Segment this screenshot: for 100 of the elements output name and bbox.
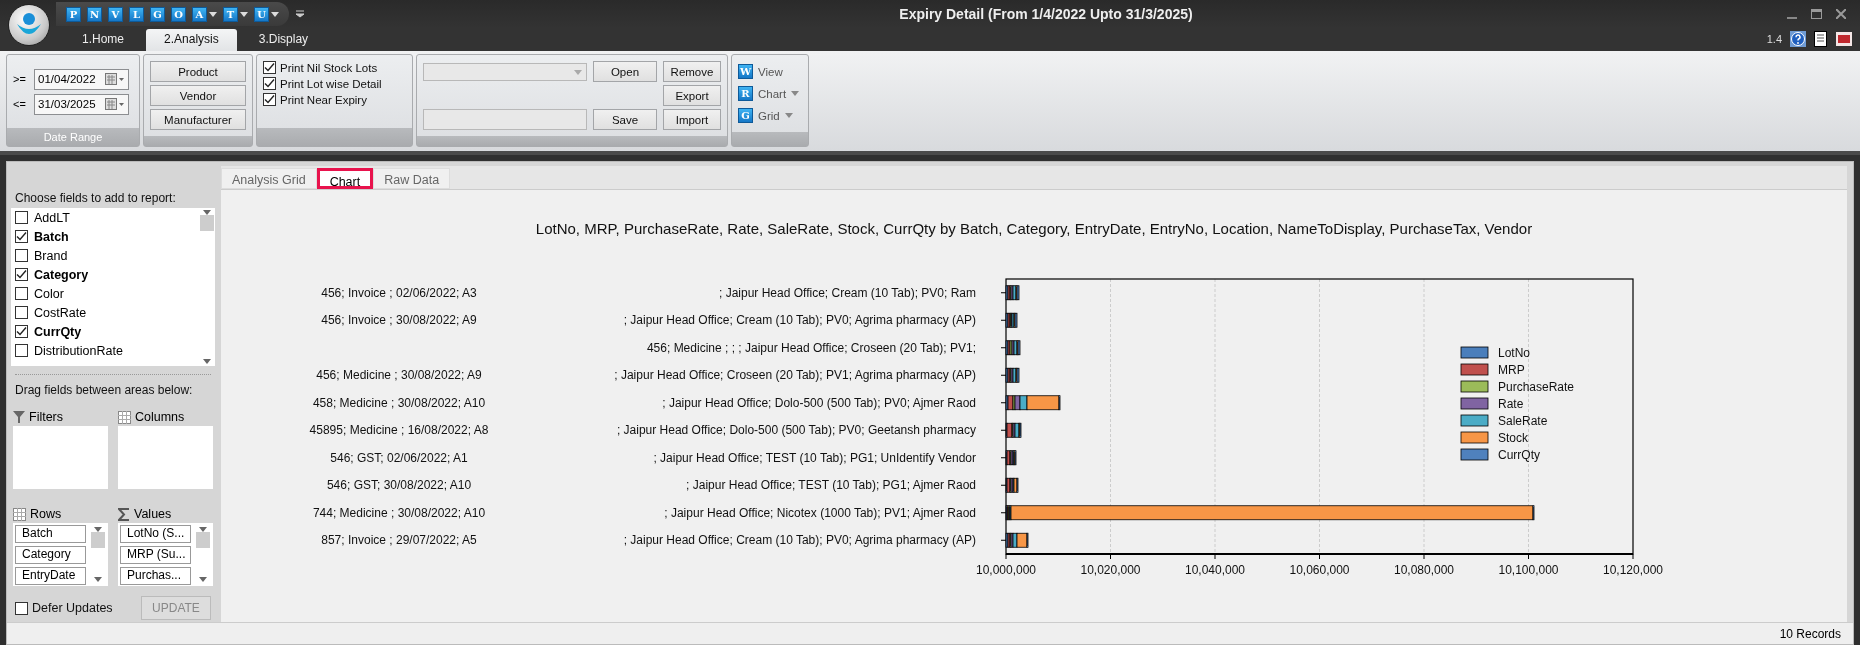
axis-tick-label: 10,120,000: [1602, 563, 1664, 577]
view-tab[interactable]: Chart: [316, 168, 374, 189]
field-name[interactable]: Brand: [34, 248, 68, 263]
field-list-heading: Choose fields to add to report:: [14, 190, 177, 207]
filter-button[interactable]: Vendor: [150, 85, 246, 106]
checkbox[interactable]: [15, 325, 28, 338]
ribbon-tab[interactable]: 2.Analysis: [146, 29, 237, 51]
help-icon[interactable]: [1790, 31, 1806, 48]
checkbox[interactable]: [263, 61, 276, 74]
caret-icon[interactable]: [203, 359, 211, 364]
calendar-icon[interactable]: [105, 73, 125, 85]
field-name[interactable]: DistributionRate: [34, 343, 123, 358]
view-menu-item[interactable]: W View: [738, 61, 800, 82]
caret-icon[interactable]: [271, 11, 279, 17]
field-name[interactable]: AddLT: [34, 210, 70, 225]
axis-group-label: 456; Invoice ; 30/08/2022; A9: [321, 313, 477, 328]
checkbox[interactable]: [15, 287, 28, 300]
row-field[interactable]: Category: [15, 546, 86, 564]
grid-icon: [13, 507, 26, 521]
import-button[interactable]: Import: [663, 109, 721, 130]
field-name[interactable]: Batch: [34, 229, 69, 244]
axis-group-label: 45895; Medicine ; 16/08/2022; A8: [309, 423, 489, 438]
axis-category-label: ; Jaipur Head Office; Cream (10 Tab); PV0; Agrima pharmacy (AP): [623, 533, 976, 548]
window-title: Expiry Detail (From 1/4/2022 Upto 31/3/2025): [898, 6, 1194, 23]
name-field[interactable]: [423, 109, 587, 130]
remove-button[interactable]: Remove: [663, 61, 721, 82]
checkbox-label: Print Lot wise Detail: [280, 77, 382, 90]
axis-category-label: ; Jaipur Head Office; Cream (10 Tab); PV0; Agrima pharmacy (AP): [623, 313, 976, 328]
customize-icon[interactable]: [295, 10, 305, 19]
axis-tick-label: 10,040,000: [1184, 563, 1246, 577]
axis-category-label: ; Jaipur Head Office; Dolo-500 (500 Tab); PV0; Ajmer Raod: [662, 395, 976, 410]
caret-icon[interactable]: [240, 11, 248, 17]
value-field[interactable]: Purchas...: [120, 567, 191, 585]
sigma-icon: [118, 507, 130, 521]
field-name[interactable]: Category: [34, 267, 89, 282]
checkbox[interactable]: [15, 249, 28, 262]
checkbox-label: Defer Updates: [32, 601, 113, 615]
axis-tick-label: 10,060,000: [1289, 563, 1350, 577]
axis-category-label: 456; Medicine ; ; ; Jaipur Head Office; Croseen (20 Tab); PV1;: [646, 340, 976, 355]
date-field[interactable]: 31/03/2025: [34, 93, 129, 115]
axis-category-label: ; Jaipur Head Office; Cream (10 Tab); PV0; Ram: [719, 285, 976, 300]
axis-group-label: 744; Medicine ; 30/08/2022; A10: [312, 505, 486, 520]
checkbox[interactable]: [15, 230, 28, 243]
view-tab[interactable]: Raw Data: [373, 168, 451, 189]
bar: [1005, 395, 1061, 411]
axis-category-label: ; Jaipur Head Office; TEST (10 Tab); PG1; UnIdentify Vendor: [653, 450, 976, 465]
axis-tick-label: 10,020,000: [1080, 563, 1141, 577]
scroll-thumb[interactable]: [91, 532, 105, 548]
date-field[interactable]: 01/04/2022: [34, 68, 129, 90]
value-field[interactable]: LotNo (S...: [120, 525, 191, 543]
checkbox[interactable]: [263, 93, 276, 106]
area-label: Values: [134, 507, 172, 521]
ribbon-tab[interactable]: 1.Home: [64, 29, 143, 51]
open-button[interactable]: Open: [593, 61, 657, 82]
legend-label: PurchaseRate: [1498, 380, 1575, 394]
filter-button[interactable]: Product: [150, 61, 246, 82]
record-count: 10 Records: [1779, 626, 1841, 641]
filter-icon: [13, 411, 25, 423]
field-name[interactable]: CurrQty: [34, 324, 82, 339]
save-button[interactable]: Save: [593, 109, 657, 130]
filter-button[interactable]: Manufacturer: [150, 109, 246, 130]
app-logo[interactable]: [8, 4, 50, 46]
checkbox[interactable]: [15, 306, 28, 319]
field-name[interactable]: Color: [34, 286, 64, 301]
calendar-icon[interactable]: [105, 98, 125, 110]
bar: [1005, 285, 1020, 301]
axis-group-label: 456; Medicine ; 30/08/2022; A9: [316, 368, 482, 383]
area-label: Rows: [30, 507, 62, 521]
checkbox[interactable]: [263, 77, 276, 90]
grid-icon: [118, 410, 131, 424]
axis-category-label: ; Jaipur Head Office; TEST (10 Tab); PG1; Ajmer Raod: [686, 478, 976, 493]
field-name[interactable]: CostRate: [34, 305, 87, 320]
axis-group-label: 546; GST; 30/08/2022; A10: [326, 478, 472, 493]
bar: [1005, 532, 1029, 548]
areas-heading: Drag fields between areas below:: [14, 382, 194, 399]
checkbox[interactable]: [15, 211, 28, 224]
axis-category-label: ; Jaipur Head Office; Nicotex (1000 Tab); PV1; Ajmer Raod: [664, 505, 976, 520]
legend-label: CurrQty: [1498, 448, 1540, 462]
row-field[interactable]: EntryDate: [15, 567, 86, 585]
export-button[interactable]: Export: [663, 85, 721, 106]
checkbox[interactable]: [15, 268, 28, 281]
axis-tick-label: 10,100,000: [1498, 563, 1559, 577]
scroll-thumb[interactable]: [200, 215, 214, 231]
document-icon[interactable]: [1814, 31, 1828, 48]
close-icon[interactable]: [1836, 9, 1846, 20]
group-caption: Date Range: [43, 131, 103, 143]
scroll-thumb[interactable]: [196, 532, 210, 548]
row-field[interactable]: Batch: [15, 525, 86, 543]
checkbox[interactable]: [15, 344, 28, 357]
checkbox[interactable]: [15, 601, 28, 615]
axis-category-label: ; Jaipur Head Office; Croseen (20 Tab); PV1; Agrima pharmacy (AP): [614, 368, 976, 383]
exit-icon[interactable]: [1836, 32, 1852, 47]
caret-icon[interactable]: [94, 577, 102, 582]
value-field[interactable]: MRP (Su...: [120, 546, 191, 564]
maximize-icon[interactable]: [1811, 9, 1822, 20]
ribbon-tab[interactable]: 3.Display: [240, 29, 327, 51]
caret-icon[interactable]: [199, 577, 207, 582]
chart-title: LotNo, MRP, PurchaseRate, Rate, SaleRate, Stock, CurrQty by Batch, Category, EntryDate, EntryNo, Location, NameToDisplay, PurchaseTax, Vendor: [535, 220, 1533, 237]
view-tab[interactable]: Analysis Grid: [221, 168, 317, 189]
caret-icon[interactable]: [209, 11, 217, 17]
